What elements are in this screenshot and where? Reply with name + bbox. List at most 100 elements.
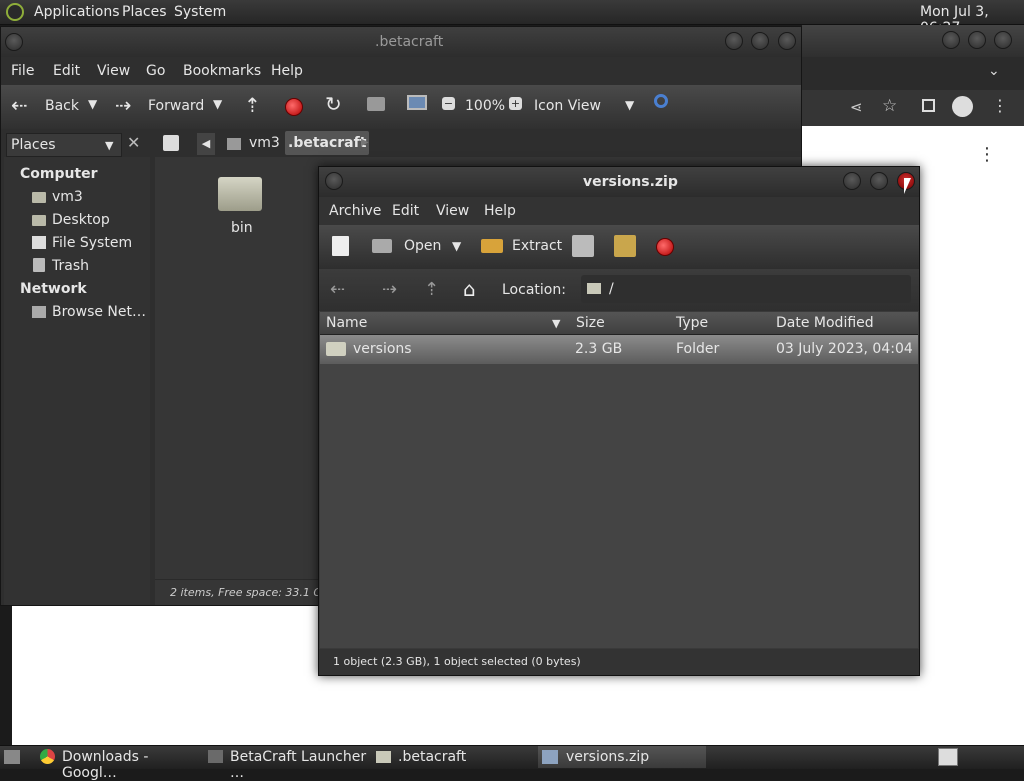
sidebar-item-desktop[interactable]: Desktop <box>52 212 110 228</box>
edit-location-icon[interactable] <box>163 135 179 151</box>
home-icon[interactable] <box>367 97 385 111</box>
path-home-icon <box>227 138 241 150</box>
up-icon[interactable]: ⇡ <box>424 279 439 300</box>
computer-icon[interactable] <box>407 95 427 110</box>
folder-icon <box>376 751 391 763</box>
share-icon[interactable]: ⋖ <box>850 98 863 116</box>
menu-bookmarks[interactable]: Bookmarks <box>183 63 261 79</box>
menu-edit[interactable]: Edit <box>53 63 80 79</box>
zoom-in-icon[interactable]: + <box>509 97 522 110</box>
sidebar: Computer vm3 Desktop File System Trash N… <box>4 157 150 605</box>
close-sidebar-icon[interactable]: ✕ <box>127 133 140 152</box>
stop-icon[interactable] <box>656 238 674 256</box>
network-icon <box>32 306 46 318</box>
task-file-manager[interactable]: .betacraft <box>372 746 532 768</box>
task-betacraft-launcher[interactable]: BetaCraft Launcher … <box>204 746 370 781</box>
maximize-button[interactable] <box>751 32 769 50</box>
sidebar-selector[interactable]: Places ▼ <box>6 133 122 157</box>
home-icon[interactable]: ⌂ <box>463 277 476 301</box>
menu-help[interactable]: Help <box>484 203 516 219</box>
path-segment-vm3[interactable]: vm3 <box>249 135 280 151</box>
extract-icon[interactable] <box>481 239 503 253</box>
star-icon[interactable]: ☆ <box>882 96 897 116</box>
column-type[interactable]: Type <box>676 315 708 331</box>
sidebar-item-trash[interactable]: Trash <box>52 258 89 274</box>
chrome-icon <box>40 749 55 764</box>
path-forward-icon[interactable]: ▶ <box>361 137 369 148</box>
extract-button[interactable]: Extract <box>512 238 562 254</box>
minimize-button[interactable] <box>725 32 743 50</box>
menu-file[interactable]: File <box>11 63 34 79</box>
top-panel: Applications Places System Mon Jul 3, 06… <box>0 0 1024 36</box>
kebab-menu-icon[interactable]: ⋮ <box>978 144 996 165</box>
sidepanel-icon[interactable] <box>922 99 935 112</box>
zoom-out-icon[interactable]: − <box>442 97 455 110</box>
task-chrome[interactable]: Downloads - Googl… <box>36 746 200 781</box>
task-archive-manager[interactable]: versions.zip <box>538 746 706 768</box>
location-field[interactable]: / <box>581 275 911 303</box>
forward-arrow-icon[interactable]: ⇢ <box>115 93 132 117</box>
back-arrow-icon[interactable]: ⇠ <box>11 93 28 117</box>
menu-archive[interactable]: Archive <box>329 203 381 219</box>
open-icon[interactable] <box>372 239 392 253</box>
minimize-button[interactable] <box>843 172 861 190</box>
menu-icon[interactable]: ⋮ <box>992 96 1008 115</box>
archive-icon <box>542 750 558 764</box>
up-arrow-icon[interactable]: ⇡ <box>244 93 261 117</box>
add-files-icon[interactable] <box>572 235 594 257</box>
window-menu-button[interactable] <box>325 172 343 190</box>
sidebar-item-vm3[interactable]: vm3 <box>52 189 83 205</box>
menu-edit[interactable]: Edit <box>392 203 419 219</box>
row-name: versions <box>353 341 412 357</box>
sidebar-item-file-system[interactable]: File System <box>52 235 132 251</box>
back-icon[interactable]: ⇠ <box>330 279 345 300</box>
distro-logo-icon[interactable] <box>6 3 24 21</box>
reload-icon[interactable]: ↻ <box>325 92 342 116</box>
drive-icon <box>32 236 46 249</box>
menu-help[interactable]: Help <box>271 63 303 79</box>
menu-view[interactable]: View <box>97 63 130 79</box>
minimize-button[interactable] <box>942 31 960 49</box>
open-dropdown-icon[interactable]: ▼ <box>452 239 461 253</box>
new-archive-icon[interactable] <box>332 236 349 256</box>
show-desktop-icon[interactable] <box>4 750 20 764</box>
workspace-switcher-icon[interactable] <box>938 748 958 766</box>
menu-go[interactable]: Go <box>146 63 165 79</box>
sidebar-item-browse-network[interactable]: Browse Net… <box>52 304 146 320</box>
profile-icon[interactable] <box>952 96 973 117</box>
system-menu[interactable]: System <box>174 4 226 20</box>
chevron-down-icon[interactable]: ⌄ <box>988 63 1000 79</box>
path-segment-current[interactable]: .betacraft <box>285 131 370 155</box>
table-row[interactable]: versions 2.3 GB Folder 03 July 2023, 04:… <box>320 335 918 364</box>
list-empty-area[interactable] <box>320 364 918 648</box>
forward-button[interactable]: Forward <box>148 98 204 114</box>
open-button[interactable]: Open <box>404 238 441 254</box>
back-button[interactable]: Back <box>45 98 79 114</box>
sidebar-heading-computer: Computer <box>20 166 98 182</box>
column-name[interactable]: Name <box>326 315 367 331</box>
column-date-modified[interactable]: Date Modified <box>776 315 874 331</box>
forward-icon[interactable]: ⇢ <box>382 279 397 300</box>
column-size[interactable]: Size <box>576 315 605 331</box>
am-statusbar: 1 object (2.3 GB), 1 object selected (0 … <box>319 649 919 675</box>
close-button[interactable] <box>994 31 1012 49</box>
am-title: versions.zip <box>583 174 678 190</box>
search-icon[interactable] <box>654 94 668 108</box>
path-back-icon[interactable]: ◀ <box>197 133 215 155</box>
menu-view[interactable]: View <box>436 203 469 219</box>
app-icon <box>208 750 223 763</box>
places-menu[interactable]: Places <box>122 4 167 20</box>
forward-dropdown-icon[interactable]: ▼ <box>213 97 222 111</box>
maximize-button[interactable] <box>968 31 986 49</box>
file-item[interactable]: bin <box>215 171 265 241</box>
add-folder-icon[interactable] <box>614 235 636 257</box>
stop-icon[interactable] <box>285 98 303 116</box>
view-mode-select[interactable]: Icon View <box>534 98 601 114</box>
close-button[interactable] <box>778 32 796 50</box>
window-menu-button[interactable] <box>5 33 23 51</box>
back-dropdown-icon[interactable]: ▼ <box>88 97 97 111</box>
applications-menu[interactable]: Applications <box>34 4 120 20</box>
maximize-button[interactable] <box>870 172 888 190</box>
view-mode-dropdown-icon[interactable]: ▼ <box>625 98 634 112</box>
home-folder-icon <box>32 192 46 203</box>
